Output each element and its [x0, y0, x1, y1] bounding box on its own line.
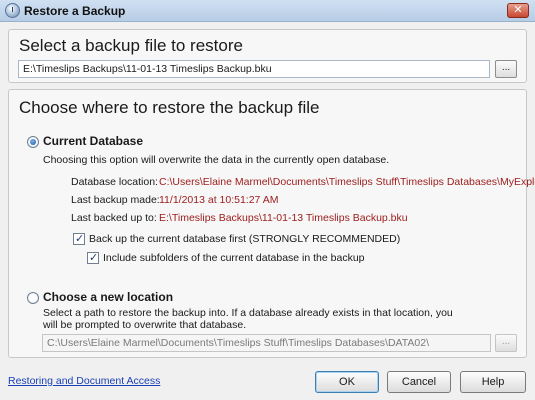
- last-backup-value: 11/1/2013 at 10:51:27 AM: [159, 194, 279, 206]
- include-subfolders-label[interactable]: Include subfolders of the current databa…: [103, 252, 365, 264]
- browse-new-location-button[interactable]: ...: [495, 334, 517, 352]
- database-location-value: C:\Users\Elaine Marmel\Documents\Timesli…: [159, 176, 535, 188]
- select-backup-panel: Select a backup file to restore E:\Times…: [8, 29, 527, 83]
- restore-app-icon: [5, 3, 20, 18]
- backup-file-input[interactable]: E:\Timeslips Backups\11-01-13 Timeslips …: [18, 60, 490, 78]
- last-backup-label: Last backup made:: [71, 194, 160, 206]
- close-button[interactable]: ✕: [507, 3, 529, 18]
- restore-destination-panel: Choose where to restore the backup file …: [8, 89, 535, 358]
- database-location-label: Database location:: [71, 176, 158, 188]
- new-location-radio[interactable]: [27, 292, 39, 304]
- title-bar: Restore a Backup ✕: [0, 0, 535, 22]
- new-location-description-line1: Select a path to restore the backup into…: [43, 307, 453, 319]
- new-location-label[interactable]: Choose a new location: [43, 290, 173, 304]
- browse-backup-file-button[interactable]: ...: [495, 60, 517, 78]
- last-backed-up-to-label: Last backed up to:: [71, 212, 157, 224]
- backup-first-label[interactable]: Back up the current database first (STRO…: [89, 233, 400, 245]
- restoring-document-access-link[interactable]: Restoring and Document Access: [8, 375, 160, 387]
- ok-button[interactable]: OK: [315, 371, 379, 393]
- current-database-label[interactable]: Current Database: [43, 134, 143, 148]
- new-location-description-line2: will be prompted to overwrite that datab…: [43, 319, 247, 331]
- current-database-description: Choosing this option will overwrite the …: [43, 154, 390, 166]
- select-backup-heading: Select a backup file to restore: [19, 36, 243, 55]
- last-backed-up-to-value: E:\Timeslips Backups\11-01-13 Timeslips …: [159, 212, 408, 224]
- restore-destination-heading: Choose where to restore the backup file: [19, 98, 320, 117]
- window-title: Restore a Backup: [24, 4, 126, 18]
- help-button[interactable]: Help: [460, 371, 526, 393]
- cancel-button[interactable]: Cancel: [387, 371, 451, 393]
- new-location-path-input[interactable]: C:\Users\Elaine Marmel\Documents\Timesli…: [42, 334, 491, 352]
- current-database-radio[interactable]: [27, 136, 39, 148]
- backup-first-checkbox[interactable]: [73, 232, 85, 245]
- include-subfolders-checkbox[interactable]: [87, 251, 99, 264]
